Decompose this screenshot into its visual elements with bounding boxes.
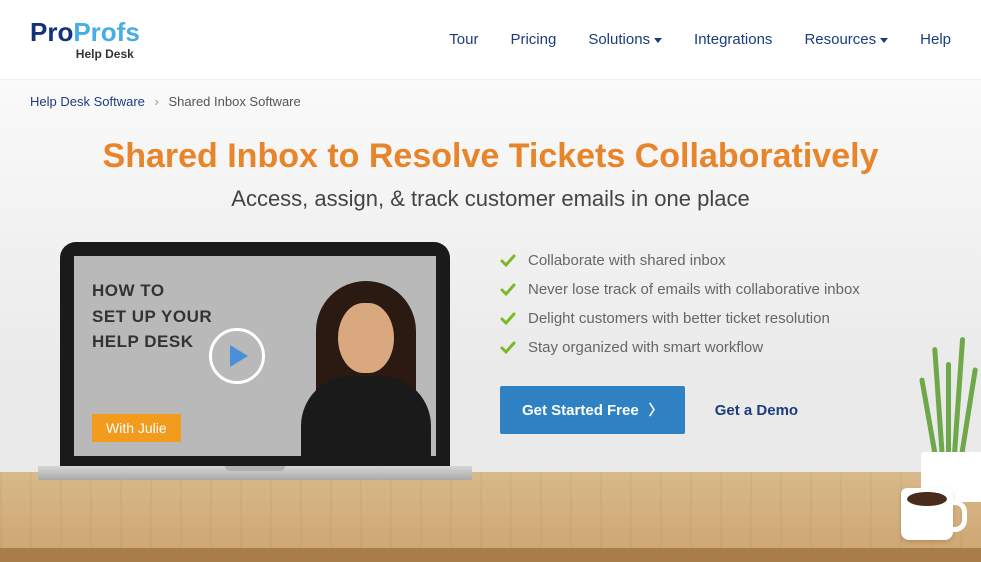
get-started-button[interactable]: Get Started Free 〉 <box>500 386 685 434</box>
play-button[interactable] <box>209 328 265 384</box>
check-icon <box>500 340 516 356</box>
plant-graphic <box>911 322 981 502</box>
logo-text-profs: Profs <box>73 17 139 47</box>
nav-integrations[interactable]: Integrations <box>694 31 772 48</box>
header: ProProfs Help Desk Tour Pricing Solution… <box>0 0 981 80</box>
play-icon <box>230 345 248 367</box>
nav-pricing[interactable]: Pricing <box>510 31 556 48</box>
chevron-down-icon <box>654 38 662 43</box>
feature-item: Stay organized with smart workflow <box>500 339 941 356</box>
cta-row: Get Started Free 〉 Get a Demo <box>500 386 941 434</box>
logo-text-pro: Pro <box>30 17 73 47</box>
chevron-down-icon <box>880 38 888 43</box>
check-icon <box>500 311 516 327</box>
video-thumbnail[interactable]: HOW TO SET UP YOUR HELP DESK With Julie <box>74 256 436 456</box>
breadcrumb-separator: › <box>155 94 159 109</box>
breadcrumb: Help Desk Software › Shared Inbox Softwa… <box>0 80 981 123</box>
hero-body: HOW TO SET UP YOUR HELP DESK With Julie … <box>0 212 981 480</box>
breadcrumb-root[interactable]: Help Desk Software <box>30 94 145 109</box>
desk-graphic <box>0 472 981 562</box>
page-subtitle: Access, assign, & track customer emails … <box>0 186 981 212</box>
laptop-base <box>38 466 472 480</box>
nav-help[interactable]: Help <box>920 31 951 48</box>
video-line1: HOW TO <box>92 278 212 304</box>
feature-panel: Collaborate with shared inbox Never lose… <box>500 242 941 480</box>
logo-subtext: Help Desk <box>76 47 134 61</box>
breadcrumb-current: Shared Inbox Software <box>168 94 300 109</box>
presenter-image <box>296 281 436 456</box>
feature-item: Never lose track of emails with collabor… <box>500 281 941 298</box>
feature-list: Collaborate with shared inbox Never lose… <box>500 252 941 356</box>
nav-resources[interactable]: Resources <box>804 31 888 48</box>
presenter-badge: With Julie <box>92 414 181 442</box>
laptop-graphic: HOW TO SET UP YOUR HELP DESK With Julie <box>60 242 450 480</box>
nav-solutions[interactable]: Solutions <box>588 31 662 48</box>
page-title: Shared Inbox to Resolve Tickets Collabor… <box>0 137 981 176</box>
nav-tour[interactable]: Tour <box>449 31 478 48</box>
mug-graphic <box>901 488 953 540</box>
video-line3: HELP DESK <box>92 329 212 355</box>
chevron-right-icon: 〉 <box>649 400 663 420</box>
feature-item: Collaborate with shared inbox <box>500 252 941 269</box>
get-demo-link[interactable]: Get a Demo <box>715 402 798 419</box>
video-line2: SET UP YOUR <box>92 304 212 330</box>
feature-item: Delight customers with better ticket res… <box>500 310 941 327</box>
main-nav: Tour Pricing Solutions Integrations Reso… <box>449 31 951 48</box>
check-icon <box>500 253 516 269</box>
hero: Help Desk Software › Shared Inbox Softwa… <box>0 80 981 562</box>
check-icon <box>500 282 516 298</box>
logo[interactable]: ProProfs Help Desk <box>30 19 140 61</box>
